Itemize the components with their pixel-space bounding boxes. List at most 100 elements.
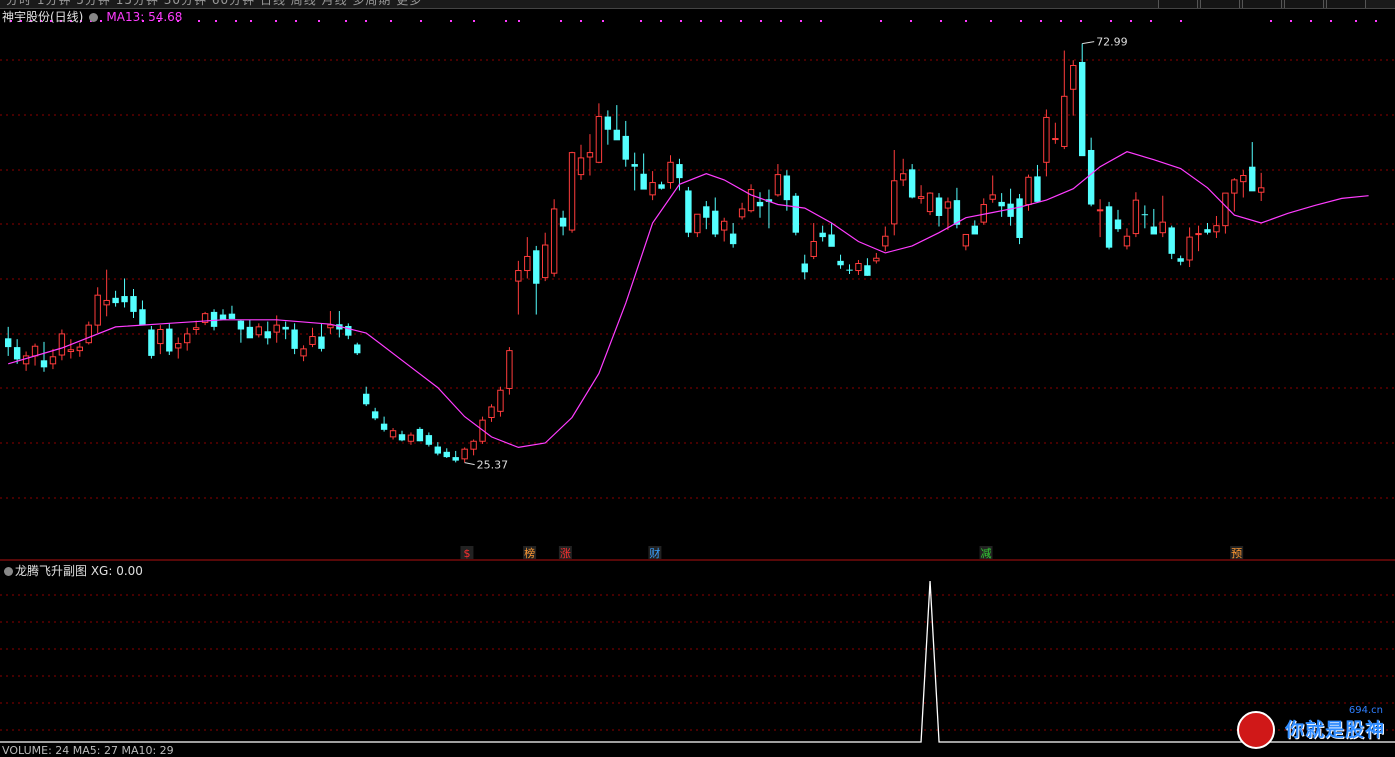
event-marker-label: 减 [981,547,992,560]
signal-dot [820,20,822,22]
settings-circle-icon[interactable] [89,13,99,22]
candle-body [112,297,119,304]
candle-body [407,434,415,442]
candle-body [604,116,612,130]
candle-body [300,348,307,357]
candle-body [846,269,853,271]
candle-body [676,164,683,179]
sub-indicator-label: 龙腾飞升副图 XG: 0.00 [15,564,143,578]
signal-dot [420,20,422,22]
candle-body [917,196,925,199]
candle-body [792,195,799,233]
signal-dot [760,20,762,22]
sub-chart-title: 龙腾飞升副图 XG: 0.00 [2,563,143,579]
watermark-logo: 694.cn 你就是股神 [1237,705,1387,749]
signal-dot [1375,20,1377,22]
candle-body [962,233,970,247]
ma-label: MA13: 54.68 [106,10,183,24]
candle-body [103,299,110,306]
candle-body [1061,95,1068,147]
signal-dot [1290,20,1292,22]
signal-dot [215,20,217,22]
candle-body [1007,203,1014,217]
signal-dot [518,20,520,22]
candle-body [891,180,898,225]
candle-body [595,116,603,163]
logo-disc-icon [1237,711,1275,749]
signal-dot [910,20,912,22]
signal-dot [990,20,992,22]
candle-body [327,324,334,329]
low-pointer [464,462,475,466]
candle-body [157,329,164,345]
candle-body [255,326,263,336]
settings-circle-icon[interactable] [4,567,13,576]
candle-body [1231,179,1238,194]
candle-body [282,326,289,330]
signal-dot [560,20,562,22]
candle-body [810,241,817,257]
candle-body [1070,65,1077,90]
candle-body [40,360,48,368]
candle-body [228,313,236,319]
price-labels: 72.99 25.37 [464,36,1128,472]
stock-title: 神宇股份(日线) [2,10,84,24]
candle-body [1150,226,1157,235]
signal-dot [1060,20,1062,22]
candle-body [926,192,934,213]
candle-body [873,257,880,262]
low-label: 25.37 [477,459,509,472]
candle-body [882,235,889,247]
candle-body [685,190,692,233]
candle-body [550,208,558,274]
signal-dot [800,20,802,22]
sub-indicator-panel [0,580,1395,743]
candle-body [380,423,388,430]
candle-body [837,260,844,266]
candle-body [94,294,101,326]
candle-body [568,152,576,231]
chart-grid [0,20,1395,731]
candle-body [1132,199,1140,235]
signal-dot [473,20,475,22]
candle-body [13,347,21,360]
candle-body [1043,116,1050,163]
candle-body [166,328,173,352]
signal-dot [660,20,662,22]
signal-dot [1330,20,1332,22]
event-marker-label: 预 [1231,547,1242,560]
candle-body [935,197,943,216]
candle-body [58,333,66,356]
candle-body [192,327,200,330]
candle-body [1105,206,1113,248]
candle-body [542,244,549,279]
candle-body [559,217,567,227]
candle-body [729,233,737,245]
signal-dot [1020,20,1022,22]
signal-dot [1040,20,1042,22]
candle-body [497,389,504,412]
candle-body [506,350,513,389]
candle-body [864,265,871,276]
event-marker-label: 涨 [560,547,571,560]
signal-dot [880,20,882,22]
candle-body [855,263,862,272]
candle-body [613,129,620,141]
candle-body [470,440,477,450]
signal-dot [602,20,604,22]
candle-body [1079,61,1086,157]
signal-dot [1080,20,1082,22]
signal-dot [640,20,642,22]
event-marker-label: $ [463,547,470,560]
kline-chart[interactable]: 72.99 25.37 $ 榜 涨 财 减 预 [0,0,1395,751]
signal-dot [965,20,967,22]
candle-body [309,336,316,345]
signal-dot [1310,20,1312,22]
candle-body [900,173,907,181]
candle-body [515,270,522,282]
candle-body [318,336,325,349]
candle-body [210,311,218,327]
candle-body [76,346,83,352]
high-pointer [1082,41,1095,45]
candle-body [998,201,1005,207]
